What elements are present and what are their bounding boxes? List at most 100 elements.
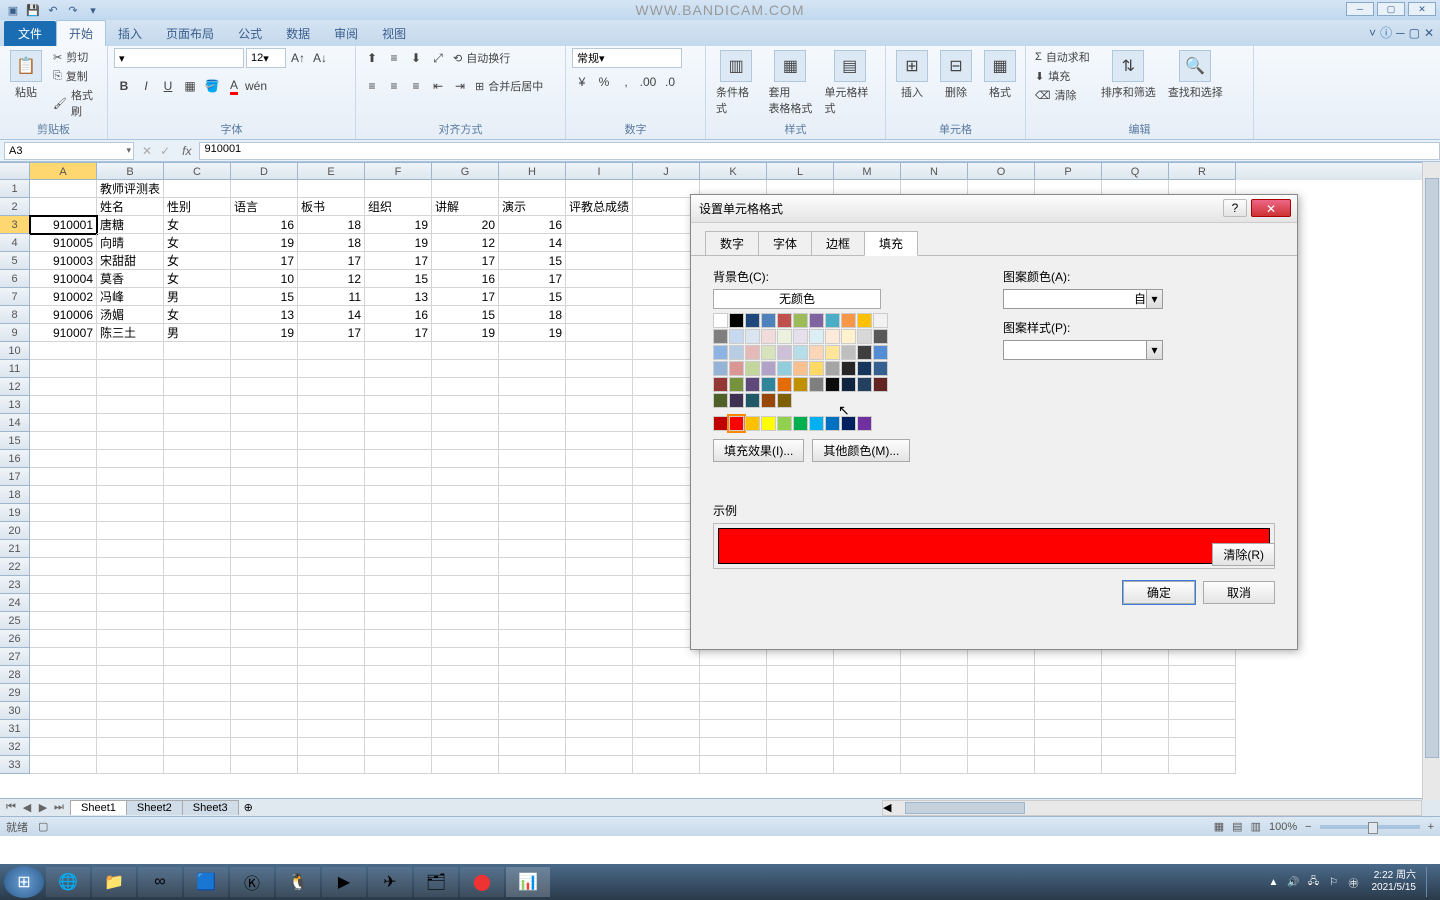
- cell[interactable]: [432, 648, 499, 666]
- color-swatch[interactable]: [761, 313, 776, 328]
- color-swatch[interactable]: [761, 361, 776, 376]
- cell[interactable]: [298, 612, 365, 630]
- cell[interactable]: [499, 630, 566, 648]
- cell[interactable]: [566, 720, 633, 738]
- cell[interactable]: [97, 594, 164, 612]
- cell[interactable]: [298, 720, 365, 738]
- cell[interactable]: [499, 576, 566, 594]
- fill-color-button[interactable]: 🪣: [202, 76, 222, 96]
- row-header[interactable]: 22: [0, 558, 30, 576]
- comma-icon[interactable]: ,: [616, 72, 636, 92]
- cell[interactable]: [901, 648, 968, 666]
- cell[interactable]: [298, 360, 365, 378]
- cell[interactable]: [499, 648, 566, 666]
- cell[interactable]: [30, 738, 97, 756]
- tab-nav-prev-icon[interactable]: ◀: [20, 801, 34, 814]
- help-icon[interactable]: ⓘ: [1380, 24, 1392, 41]
- cell[interactable]: [365, 432, 432, 450]
- col-header-O[interactable]: O: [968, 163, 1035, 180]
- color-swatch[interactable]: [857, 361, 872, 376]
- cell[interactable]: [97, 342, 164, 360]
- row-header[interactable]: 33: [0, 756, 30, 774]
- cell[interactable]: [231, 450, 298, 468]
- cell[interactable]: [499, 414, 566, 432]
- cell[interactable]: 组织: [365, 198, 432, 216]
- cell[interactable]: [30, 720, 97, 738]
- cell[interactable]: [30, 648, 97, 666]
- cell[interactable]: [97, 540, 164, 558]
- cell[interactable]: [298, 504, 365, 522]
- cell[interactable]: [30, 432, 97, 450]
- macro-record-icon[interactable]: ▢: [38, 820, 48, 833]
- cell[interactable]: [231, 522, 298, 540]
- row-header[interactable]: 23: [0, 576, 30, 594]
- cell[interactable]: 16: [432, 270, 499, 288]
- color-swatch[interactable]: [793, 416, 808, 431]
- row-header[interactable]: 15: [0, 432, 30, 450]
- color-swatch[interactable]: [729, 345, 744, 360]
- cell[interactable]: [97, 468, 164, 486]
- cell[interactable]: [499, 378, 566, 396]
- col-header-I[interactable]: I: [566, 163, 633, 180]
- cell[interactable]: [298, 594, 365, 612]
- cell[interactable]: [365, 702, 432, 720]
- qat-more-icon[interactable]: ▾: [84, 2, 102, 18]
- cell[interactable]: [164, 558, 231, 576]
- find-select-button[interactable]: 🔍查找和选择: [1164, 48, 1227, 102]
- cell[interactable]: [231, 684, 298, 702]
- color-swatch[interactable]: [857, 329, 872, 344]
- ribbon-minimize-icon[interactable]: ˅: [1369, 26, 1376, 40]
- increase-font-icon[interactable]: A↑: [288, 48, 308, 68]
- taskbar-qq-icon[interactable]: 🐧: [276, 867, 320, 897]
- cell[interactable]: [231, 378, 298, 396]
- cell[interactable]: [164, 360, 231, 378]
- zoom-value[interactable]: 100%: [1269, 821, 1297, 833]
- tab-file[interactable]: 文件: [4, 21, 56, 46]
- cell[interactable]: [298, 576, 365, 594]
- cell[interactable]: [1169, 738, 1236, 756]
- cell[interactable]: [97, 450, 164, 468]
- cancel-button[interactable]: 取消: [1203, 581, 1275, 604]
- clear-fill-button[interactable]: 清除(R): [1212, 543, 1275, 566]
- col-header-L[interactable]: L: [767, 163, 834, 180]
- row-header[interactable]: 9: [0, 324, 30, 342]
- cell[interactable]: 女: [164, 306, 231, 324]
- cell[interactable]: [365, 738, 432, 756]
- cell[interactable]: [231, 720, 298, 738]
- cell[interactable]: [365, 576, 432, 594]
- color-swatch[interactable]: [729, 393, 744, 408]
- cell[interactable]: 910006: [30, 306, 97, 324]
- cell[interactable]: 19: [499, 324, 566, 342]
- color-swatch[interactable]: [841, 377, 856, 392]
- cell[interactable]: [432, 378, 499, 396]
- color-swatch[interactable]: [729, 329, 744, 344]
- fill-effects-button[interactable]: 填充效果(I)...: [713, 439, 804, 462]
- cell[interactable]: [365, 360, 432, 378]
- new-sheet-icon[interactable]: ⊕: [238, 801, 259, 814]
- cell[interactable]: [566, 324, 633, 342]
- cell[interactable]: [30, 450, 97, 468]
- cell[interactable]: [499, 342, 566, 360]
- row-header[interactable]: 20: [0, 522, 30, 540]
- cell[interactable]: [499, 738, 566, 756]
- color-swatch[interactable]: [713, 361, 728, 376]
- tray-network-icon[interactable]: 🖧: [1306, 874, 1322, 890]
- redo-icon[interactable]: ↷: [64, 2, 82, 18]
- row-header[interactable]: 30: [0, 702, 30, 720]
- cell[interactable]: [767, 702, 834, 720]
- color-swatch[interactable]: [857, 345, 872, 360]
- cell[interactable]: [365, 648, 432, 666]
- cell[interactable]: [164, 702, 231, 720]
- cell[interactable]: [633, 684, 700, 702]
- cell[interactable]: [499, 522, 566, 540]
- cell[interactable]: [432, 414, 499, 432]
- dlg-tab-fill[interactable]: 填充: [864, 231, 918, 256]
- cell[interactable]: [231, 666, 298, 684]
- cell[interactable]: [566, 270, 633, 288]
- cell[interactable]: [566, 468, 633, 486]
- cell[interactable]: 19: [231, 324, 298, 342]
- cancel-formula-icon[interactable]: ✕: [138, 144, 156, 158]
- cell[interactable]: 17: [365, 252, 432, 270]
- cell[interactable]: [499, 180, 566, 198]
- col-header-D[interactable]: D: [231, 163, 298, 180]
